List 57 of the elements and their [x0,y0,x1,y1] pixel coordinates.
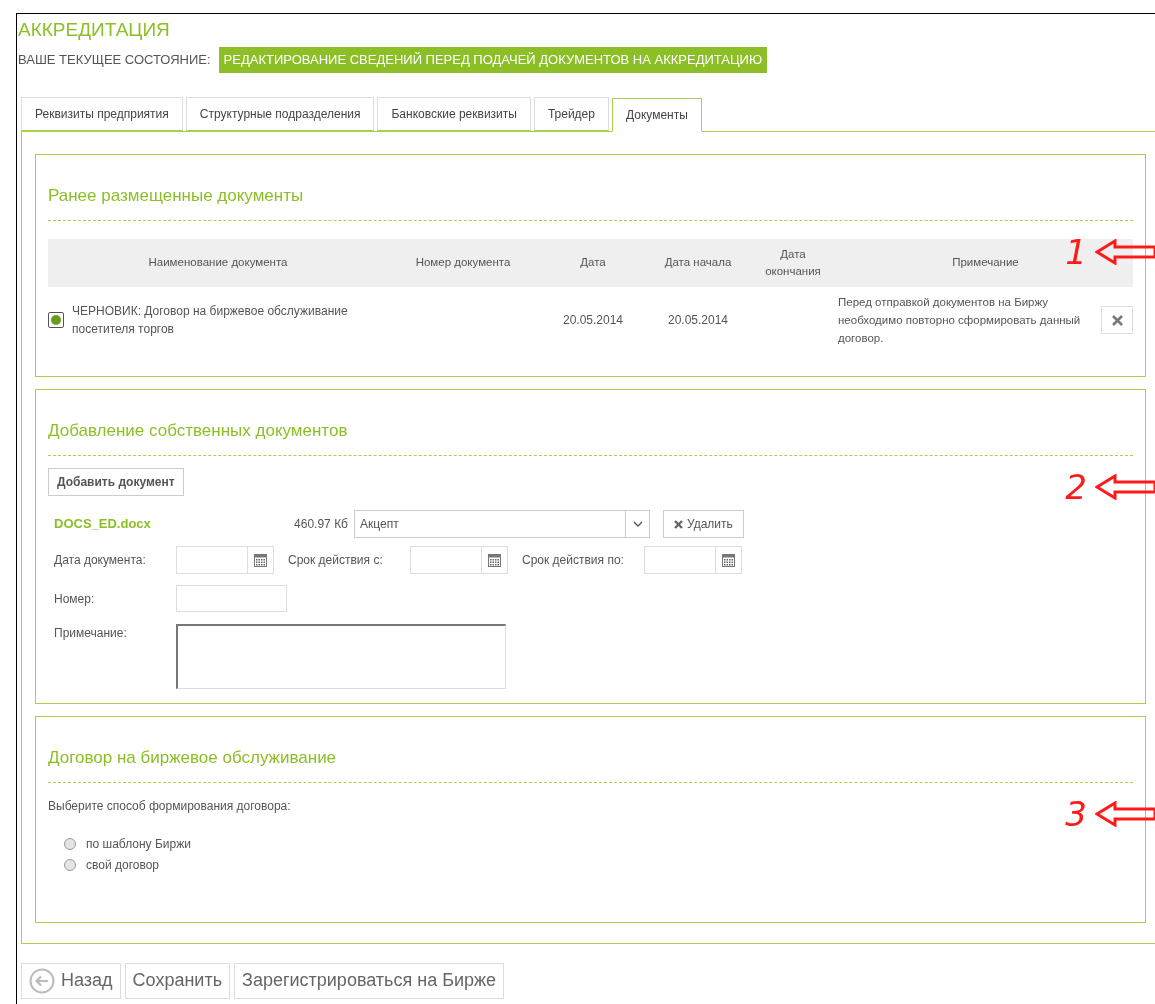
table-cell-text: 20.05.2014 [666,312,730,329]
arrow-icon [1095,800,1155,827]
radio-label: по шаблону Биржи [86,836,191,853]
field-label: Дата документа: [54,552,147,569]
field-label: Номер: [54,590,96,608]
field-label: Примечание: [54,625,128,642]
section-title: Добавление собственных документов [48,417,1133,456]
column-header: Номер документа [414,255,512,271]
prompt-text: Выберите способ формирования договора: [48,798,291,815]
radio-label: свой договор [86,857,159,874]
date-field[interactable] [644,546,742,574]
table-cell-text: ЧЕРНОВИК: Договор на биржевое обслуживание посетителя торгов [72,303,349,338]
field-label: Срок действия по: [522,552,625,569]
section-title: Договор на биржевое обслуживание [48,744,1133,783]
note-field[interactable] [176,624,506,689]
close-icon [674,519,683,529]
file-size: 460.97 Кб [293,516,349,533]
field-label: Срок действия с: [288,552,384,569]
table-cell-text: 20.05.2014 [561,312,625,329]
delete-button[interactable]: Удалить [663,510,744,538]
add-document-button[interactable]: Добавить документ [48,468,184,496]
column-header: Дата окончания [764,246,822,279]
tab[interactable]: Структурные подразделения [185,96,375,131]
annotation-number: 1 [1065,234,1087,269]
number-field[interactable] [176,585,287,612]
document-status-icon [48,312,64,328]
arrow-icon [1095,238,1155,265]
tab[interactable]: Документы [611,97,702,132]
column-header: Наименование документа [147,255,289,271]
table-cell-text: Перед отправкой документов на Биржу необходимо повторно сформировать данный договор. [838,295,1082,346]
tab[interactable]: Банковские реквизиты [377,96,531,131]
column-header: Дата начала [663,255,733,271]
column-header: Примечание [951,255,1020,271]
calendar-icon[interactable] [254,553,267,567]
page-title: АККРЕДИТАЦИЯ [17,18,171,42]
tab[interactable]: Трейдер [533,96,609,131]
calendar-icon[interactable] [722,553,735,567]
remove-button[interactable] [1101,306,1133,334]
tab[interactable]: Реквизиты предприятия [21,96,183,131]
action-button[interactable]: Сохранить [124,962,231,999]
back-button[interactable]: Назад [21,962,121,999]
date-field[interactable] [410,546,508,574]
close-icon [1111,314,1123,326]
annotation-number: 2 [1065,469,1087,504]
type-select[interactable]: Акцепт [354,510,650,538]
action-button[interactable]: Зарегистрироваться на Бирже [234,962,505,999]
arrow-icon [1095,473,1155,500]
section-title: Ранее размещенные документы [48,182,1133,221]
column-header: Дата [579,255,607,271]
radio-button[interactable] [64,838,76,850]
chevron-down-icon [632,521,643,527]
radio-button[interactable] [64,859,76,871]
state-label: ВАШЕ ТЕКУЩЕЕ СОСТОЯНИЕ: [18,51,211,69]
state-badge: РЕДАКТИРОВАНИЕ СВЕДЕНИЙ ПЕРЕД ПОДАЧЕЙ ДОКУМЕНТОВ НА АККРЕДИТАЦИЮ [218,47,768,73]
calendar-icon[interactable] [488,553,501,567]
date-field[interactable] [176,546,274,574]
annotation-number: 3 [1065,796,1087,831]
